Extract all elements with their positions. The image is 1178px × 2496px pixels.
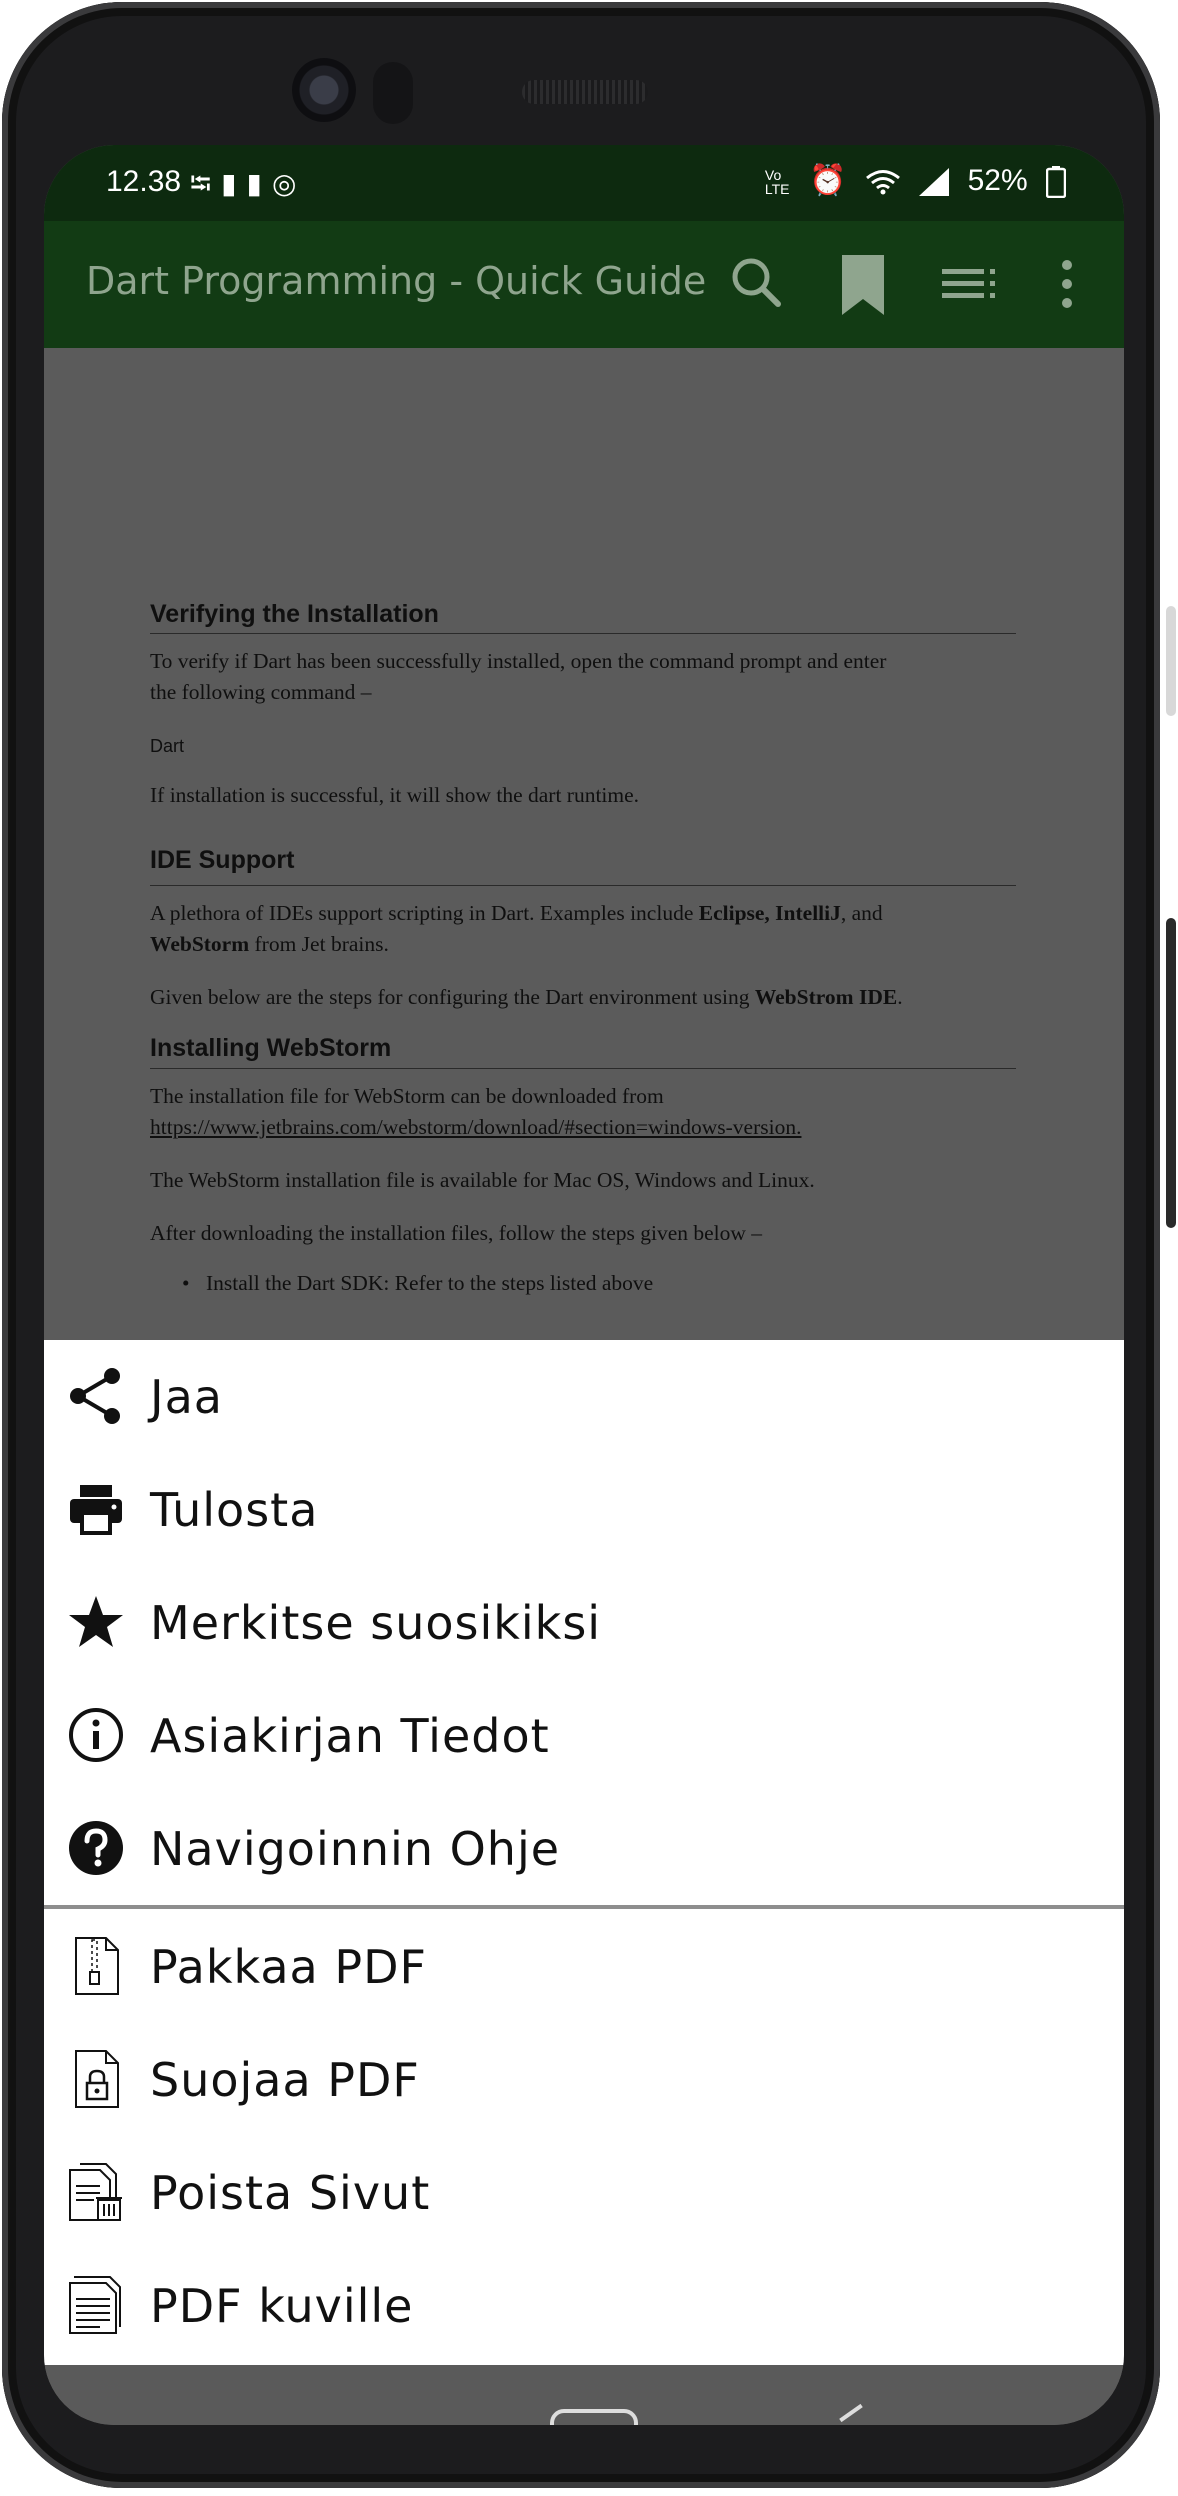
menu-item-compress-pdf[interactable]: Pakkaa PDF <box>44 1910 1124 2022</box>
section-title-ide: IDE Support <box>150 846 295 874</box>
text-line: The installation file for WebStorm can b… <box>150 1084 664 1108</box>
section-divider <box>150 633 1016 634</box>
paragraph: To verify if Dart has been successfully … <box>150 646 1016 708</box>
paragraph: Given below are the steps for configurin… <box>150 982 1016 1013</box>
bold-text: WebStorm <box>150 932 250 956</box>
alarm-icon: ⏰ <box>809 164 847 197</box>
battery-percent: 52% <box>967 164 1028 197</box>
search-icon[interactable] <box>724 251 790 317</box>
pdf-to-image-icon <box>66 2275 126 2335</box>
power-button <box>1166 918 1176 1228</box>
section-title-webstorm: Installing WebStorm <box>150 1034 392 1062</box>
text-line: the following command – <box>150 680 372 704</box>
signal-icon <box>919 164 957 197</box>
volte-label: Vo LTE <box>764 167 790 198</box>
menu-item-pdf-to-images[interactable]: PDF kuville <box>44 2249 1124 2361</box>
menu-item-label: PDF kuville <box>150 2279 414 2333</box>
battery-icon <box>1045 164 1067 199</box>
battery-plus-icon: ▮ <box>246 167 272 200</box>
section-divider <box>150 1068 1016 1069</box>
status-right: Vo LTE ⏰ 52% <box>755 163 1067 199</box>
list-item: Install the Dart SDK: Refer to the steps… <box>182 1271 653 1296</box>
paragraph: After downloading the installation files… <box>150 1221 763 1245</box>
menu-item-delete-pages[interactable]: Poista Sivut <box>44 2136 1124 2248</box>
menu-item-navigation-help[interactable]: Navigoinnin Ohje <box>44 1792 1124 1904</box>
info-icon <box>66 1705 126 1765</box>
menu-item-label: Asiakirjan Tiedot <box>150 1709 550 1763</box>
front-camera <box>292 58 356 122</box>
earpiece-speaker <box>522 80 648 104</box>
menu-item-protect-pdf[interactable]: Suojaa PDF <box>44 2023 1124 2135</box>
screen: 12.38 ⭾▮▮◎ Vo LTE ⏰ 52% Dart Programming… <box>44 145 1124 2425</box>
app-icon: ◎ <box>271 167 307 200</box>
menu-divider <box>44 1905 1124 1909</box>
battery-saver-icon: ▮ <box>221 167 247 200</box>
side-button <box>1166 606 1176 716</box>
usb-icon: ⭾ <box>190 167 222 200</box>
section-title-verifying: Verifying the Installation <box>150 600 439 628</box>
bookmark-icon[interactable] <box>830 251 896 317</box>
paragraph: The WebStorm installation file is availa… <box>150 1168 815 1192</box>
bold-text: WebStrom IDE <box>754 985 898 1009</box>
text-run: from Jet brains. <box>249 932 389 956</box>
menu-item-label: Tulosta <box>150 1483 319 1537</box>
bottom-sheet-menu: Jaa Tulosta Merkitse suosikiksi Asiakirj… <box>44 1340 1124 2365</box>
help-icon <box>66 1818 126 1878</box>
paragraph: A plethora of IDEs support scripting in … <box>150 898 1016 960</box>
app-title: Dart Programming - Quick Guide <box>86 259 707 303</box>
section-divider <box>150 885 1016 886</box>
star-icon <box>66 1592 126 1652</box>
text-run: , and <box>840 901 883 925</box>
menu-item-favorite[interactable]: Merkitse suosikiksi <box>44 1566 1124 1678</box>
menu-item-label: Jaa <box>150 1370 223 1424</box>
paragraph: If installation is successful, it will s… <box>150 783 640 807</box>
more-icon[interactable] <box>1034 251 1100 317</box>
document-view[interactable]: Verifying the Installation To verify if … <box>44 348 1124 1340</box>
delete-pages-icon <box>66 2162 126 2222</box>
menu-item-document-info[interactable]: Asiakirjan Tiedot <box>44 1679 1124 1791</box>
menu-item-label: Suojaa PDF <box>150 2053 420 2107</box>
paragraph: The installation file for WebStorm can b… <box>150 1081 1016 1143</box>
back-button[interactable] <box>839 2403 863 2423</box>
text-run: A plethora of IDEs support scripting in … <box>150 901 699 925</box>
text-line: To verify if Dart has been successfully … <box>150 649 887 673</box>
menu-item-share[interactable]: Jaa <box>44 1340 1124 1452</box>
status-time: 12.38 <box>106 165 182 198</box>
menu-item-label: Pakkaa PDF <box>150 1940 427 1994</box>
sensor <box>373 62 413 124</box>
print-icon <box>66 1479 126 1539</box>
code-sample: Dart <box>150 736 185 756</box>
zip-file-icon <box>66 1936 126 1996</box>
menu-item-label: Navigoinnin Ohje <box>150 1822 561 1876</box>
menu-item-label: Merkitse suosikiksi <box>150 1596 602 1650</box>
system-nav-bar <box>44 2365 1124 2425</box>
bold-text: Eclipse, IntelliJ <box>698 901 841 925</box>
text-run: Given below are the steps for configurin… <box>150 985 755 1009</box>
phone-frame: 12.38 ⭾▮▮◎ Vo LTE ⏰ 52% Dart Programming… <box>0 0 1178 2496</box>
lock-file-icon <box>66 2049 126 2109</box>
webstorm-download-link[interactable]: https://www.jetbrains.com/webstorm/downl… <box>150 1115 801 1139</box>
list-icon[interactable] <box>938 251 1004 317</box>
home-button[interactable] <box>550 2409 638 2425</box>
share-icon <box>66 1366 126 1426</box>
status-bar: 12.38 ⭾▮▮◎ Vo LTE ⏰ 52% <box>44 145 1124 221</box>
wifi-icon <box>865 164 909 197</box>
text-run: . <box>897 985 903 1009</box>
status-left-icons: ⭾▮▮◎ <box>190 163 306 211</box>
menu-item-print[interactable]: Tulosta <box>44 1453 1124 1565</box>
app-bar: Dart Programming - Quick Guide <box>44 221 1124 348</box>
menu-item-label: Poista Sivut <box>150 2166 431 2220</box>
